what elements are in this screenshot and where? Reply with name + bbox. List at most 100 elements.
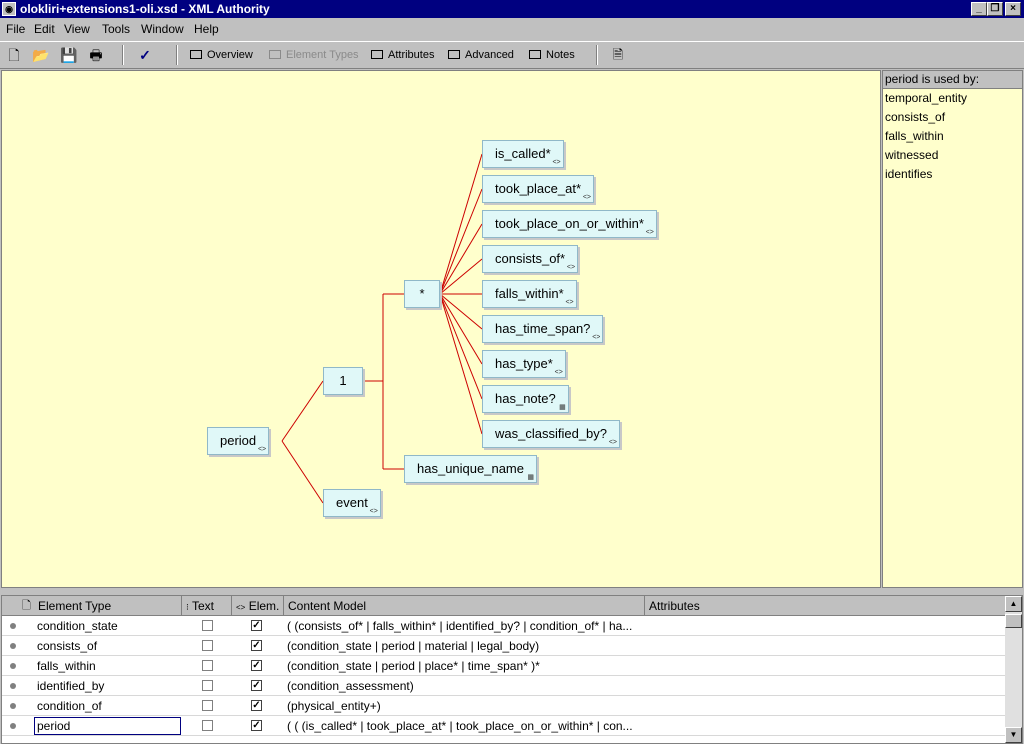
text-checkbox[interactable] — [202, 640, 213, 651]
row-bullet-icon — [10, 663, 16, 669]
maximize-button[interactable]: ❐ — [987, 2, 1003, 16]
element-types-button[interactable]: Element Types — [269, 49, 359, 61]
tree-connector-lines — [281, 153, 483, 504]
text-checkbox[interactable] — [202, 620, 213, 631]
diagram-node-child[interactable]: took_place_on_or_within* <> — [482, 210, 657, 238]
expand-icon[interactable]: <> — [552, 159, 560, 166]
row-bullet-icon — [10, 703, 16, 709]
element-name-edit-field[interactable]: period — [34, 717, 181, 735]
diagram-node-child[interactable]: has_type* <> — [482, 350, 566, 378]
document-report-icon[interactable]: 🗎 — [609, 47, 627, 63]
text-content-icon: ▦ — [527, 474, 534, 481]
close-button[interactable]: × — [1005, 2, 1021, 16]
diagram-node-child[interactable]: took_place_at* <> — [482, 175, 595, 203]
attributes-icon — [371, 50, 383, 59]
diagram-node-other[interactable]: event <> — [323, 489, 381, 517]
scroll-up-button[interactable]: ▲ — [1005, 596, 1022, 612]
toolbar-separator — [176, 45, 178, 65]
expand-icon[interactable]: <> — [583, 194, 591, 201]
row-bullet-icon — [10, 643, 16, 649]
row-bullet-icon — [10, 723, 16, 729]
diagram-node-child[interactable]: has_note? ▦ — [482, 385, 569, 413]
diagram-node-child[interactable]: consists_of* <> — [482, 245, 579, 273]
used-by-header: period is used by: — [883, 71, 1022, 89]
expand-icon[interactable]: <> — [609, 439, 617, 446]
check-icon[interactable]: ✓ — [136, 47, 154, 63]
toolbar-separator — [596, 45, 598, 65]
expand-icon[interactable]: <> — [646, 229, 654, 236]
content-model-cell: (condition_state | period | material | l… — [287, 639, 540, 653]
used-by-item[interactable]: witnessed — [883, 146, 1022, 165]
save-icon[interactable]: 💾 — [60, 47, 78, 63]
diagram-node-child[interactable]: has_time_span? <> — [482, 315, 604, 343]
table-row[interactable]: condition_of ✓ (physical_entity+) — [2, 696, 1006, 716]
column-header-content-model[interactable]: Content Model — [284, 596, 645, 616]
diagram-node-root[interactable]: period <> — [207, 427, 270, 455]
minimize-button[interactable]: _ — [971, 2, 987, 16]
advanced-icon — [448, 50, 460, 59]
overview-button[interactable]: Overview — [190, 49, 253, 61]
text-content-icon: ▦ — [559, 404, 566, 411]
diagram-node-sequence[interactable]: * — [404, 280, 440, 308]
expand-icon[interactable]: <> — [565, 299, 573, 306]
toolbar-separator — [122, 45, 124, 65]
element-name-cell: identified_by — [37, 679, 105, 693]
scroll-thumb[interactable] — [1005, 614, 1022, 628]
expand-icon[interactable]: <> — [370, 508, 378, 515]
column-header-element-type[interactable]: 🗋 Element Type — [2, 596, 182, 616]
scroll-down-button[interactable]: ▼ — [1005, 727, 1022, 743]
open-folder-icon[interactable]: 📂 — [32, 47, 50, 63]
expand-icon[interactable]: <> — [258, 446, 266, 453]
content-model-cell: (condition_state | period | place* | tim… — [287, 659, 540, 673]
elem-checkbox[interactable]: ✓ — [251, 640, 262, 651]
menu-help[interactable]: Help — [194, 22, 219, 36]
pane-splitter[interactable] — [0, 588, 1024, 594]
menu-file[interactable]: File — [6, 22, 25, 36]
menu-tools[interactable]: Tools — [102, 22, 130, 36]
menu-window[interactable]: Window — [141, 22, 184, 36]
diagram-node-child[interactable]: falls_within* <> — [482, 280, 577, 308]
attributes-button[interactable]: Attributes — [371, 49, 434, 61]
text-checkbox[interactable] — [202, 660, 213, 671]
expand-icon[interactable]: <> — [592, 334, 600, 341]
new-document-icon[interactable]: 🗋 — [5, 47, 23, 63]
notes-icon — [529, 50, 541, 59]
column-header-elem[interactable]: <> Elem. — [232, 596, 284, 616]
elem-checkbox[interactable]: ✓ — [251, 720, 262, 731]
expand-icon[interactable]: <> — [567, 264, 575, 271]
text-checkbox[interactable] — [202, 700, 213, 711]
table-row[interactable]: consists_of ✓ (condition_state | period | … — [2, 636, 1006, 656]
print-icon[interactable]: 🖶 — [87, 47, 105, 63]
menu-edit[interactable]: Edit — [34, 22, 55, 36]
used-by-item[interactable]: falls_within — [883, 127, 1022, 146]
table-row[interactable]: period ✓ ( ( (is_called* | took_place_at* … — [2, 716, 1006, 736]
menu-view[interactable]: View — [64, 22, 90, 36]
advanced-button[interactable]: Advanced — [448, 49, 514, 61]
notes-button[interactable]: Notes — [529, 49, 575, 61]
row-bullet-icon — [10, 683, 16, 689]
diagram-node-unique[interactable]: has_unique_name ▦ — [404, 455, 537, 483]
column-header-text[interactable]: ⁝ Text — [182, 596, 232, 616]
elem-checkbox[interactable]: ✓ — [251, 620, 262, 631]
used-by-item[interactable]: temporal_entity — [883, 89, 1022, 108]
column-header-attributes[interactable]: Attributes — [645, 596, 1006, 616]
text-checkbox[interactable] — [202, 680, 213, 691]
elem-checkbox[interactable]: ✓ — [251, 680, 262, 691]
diagram-node-child[interactable]: is_called* <> — [482, 140, 564, 168]
app-icon[interactable]: ◉ — [2, 2, 16, 16]
table-row[interactable]: falls_within ✓ (condition_state | period |… — [2, 656, 1006, 676]
overview-icon — [190, 50, 202, 59]
elem-checkbox[interactable]: ✓ — [251, 660, 262, 671]
element-name-cell: falls_within — [37, 659, 96, 673]
table-row[interactable]: condition_state ✓ ( (consists_of* | falls_… — [2, 616, 1006, 636]
table-row[interactable]: identified_by ✓ (condition_assessment) — [2, 676, 1006, 696]
diagram-node-child[interactable]: was_classified_by? <> — [482, 420, 621, 448]
expand-icon[interactable]: <> — [555, 369, 563, 376]
text-checkbox[interactable] — [202, 720, 213, 731]
elem-checkbox[interactable]: ✓ — [251, 700, 262, 711]
table-vertical-scrollbar[interactable]: ▲ ▼ — [1005, 596, 1022, 743]
diagram-canvas[interactable]: period <> 1 * is_called* <> took_place_at*… — [1, 70, 881, 588]
used-by-item[interactable]: identifies — [883, 165, 1022, 184]
used-by-item[interactable]: consists_of — [883, 108, 1022, 127]
diagram-node-choice[interactable]: 1 — [323, 367, 363, 395]
